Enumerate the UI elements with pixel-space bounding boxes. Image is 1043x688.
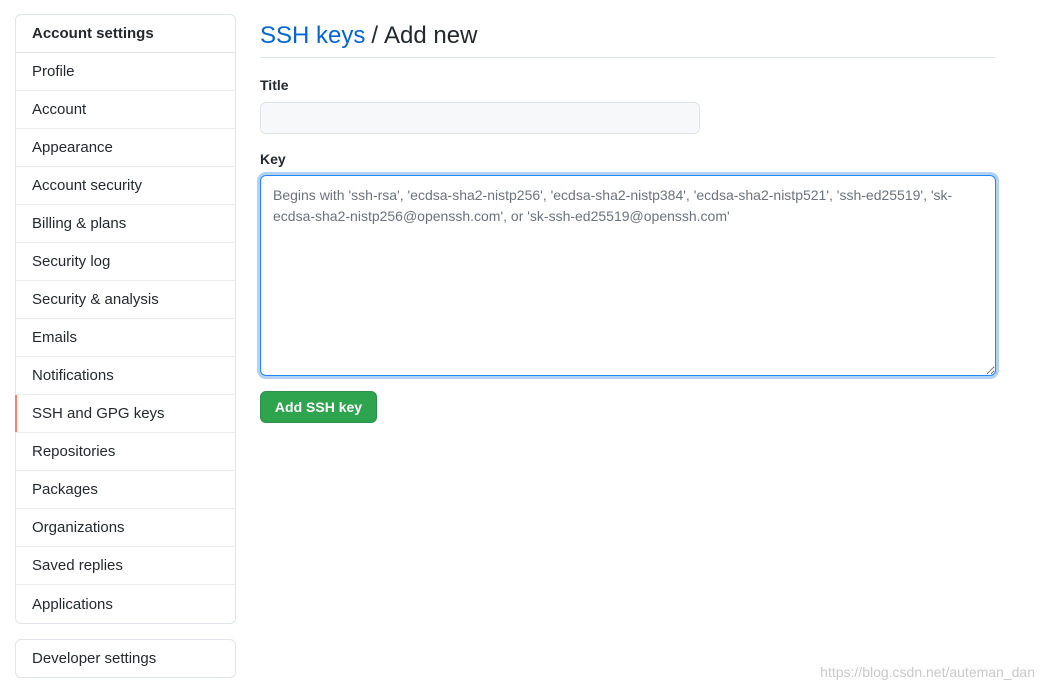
sidebar-item-security-log[interactable]: Security log xyxy=(16,243,235,281)
sidebar-item-repositories[interactable]: Repositories xyxy=(16,433,235,471)
sidebar-item-applications[interactable]: Applications xyxy=(16,585,235,623)
sidebar-item-security-analysis[interactable]: Security & analysis xyxy=(16,281,235,319)
sidebar-item-packages[interactable]: Packages xyxy=(16,471,235,509)
settings-sidebar: Account settings Profile Account Appeara… xyxy=(15,14,236,624)
key-label: Key xyxy=(260,151,286,167)
page-title-text: Add new xyxy=(384,21,478,49)
sidebar-item-appearance[interactable]: Appearance xyxy=(16,129,235,167)
sidebar-item-account[interactable]: Account xyxy=(16,91,235,129)
key-textarea[interactable] xyxy=(260,175,996,376)
title-label: Title xyxy=(260,77,289,93)
breadcrumb-separator: / xyxy=(371,21,379,49)
sidebar-item-saved-replies[interactable]: Saved replies xyxy=(16,547,235,585)
sidebar-item-billing[interactable]: Billing & plans xyxy=(16,205,235,243)
sidebar-item-organizations[interactable]: Organizations xyxy=(16,509,235,547)
sidebar-header: Account settings xyxy=(16,15,235,53)
title-input[interactable] xyxy=(260,102,700,134)
sidebar-item-profile[interactable]: Profile xyxy=(16,53,235,91)
breadcrumb-ssh-keys-link[interactable]: SSH keys xyxy=(260,22,365,50)
sidebar-item-notifications[interactable]: Notifications xyxy=(16,357,235,395)
sidebar-item-emails[interactable]: Emails xyxy=(16,319,235,357)
sidebar-item-developer-settings[interactable]: Developer settings xyxy=(15,639,236,678)
main-content: SSH keys / Add new Title Key Add SSH key xyxy=(260,14,996,423)
sidebar-item-account-security[interactable]: Account security xyxy=(16,167,235,205)
page-title: SSH keys / Add new xyxy=(260,14,995,58)
add-ssh-key-button[interactable]: Add SSH key xyxy=(260,391,377,423)
watermark-text: https://blog.csdn.net/auteman_dan xyxy=(820,664,1035,680)
sidebar-item-ssh-gpg-keys[interactable]: SSH and GPG keys xyxy=(15,395,235,433)
